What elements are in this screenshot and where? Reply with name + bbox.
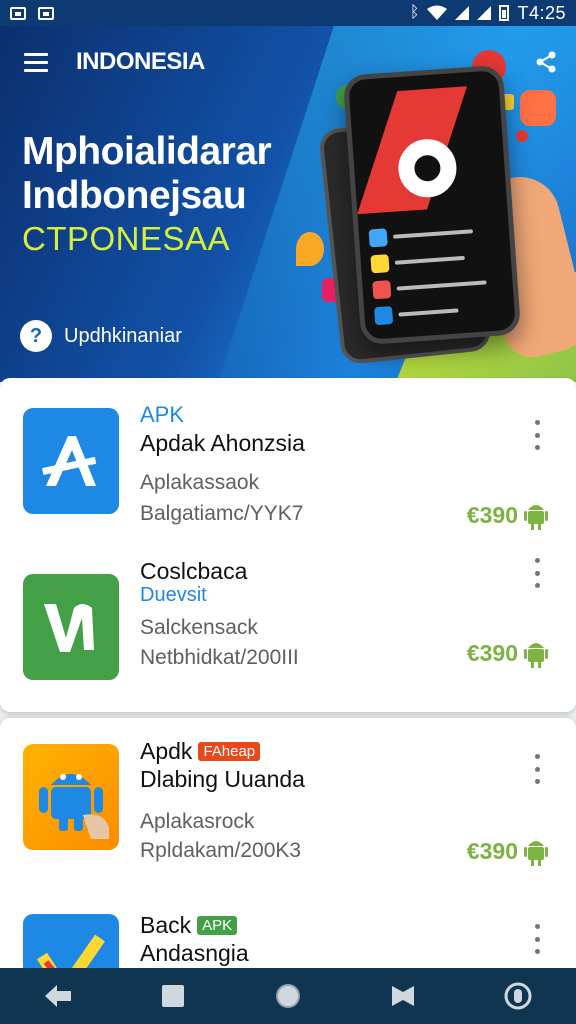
app-meta: Balgatiamc/YYK7 bbox=[140, 502, 304, 525]
update-text: Updhkinaniar bbox=[64, 324, 182, 347]
app-name: Dlabing Uuanda bbox=[140, 766, 305, 792]
app-category: Aplakasrock bbox=[140, 810, 255, 833]
bookmark-icon[interactable] bbox=[381, 974, 425, 1018]
hamburger-menu-icon[interactable] bbox=[0, 26, 72, 98]
navigation-bar bbox=[0, 968, 576, 1024]
gallery-icon bbox=[10, 6, 26, 20]
more-options-icon[interactable] bbox=[528, 754, 546, 784]
app-meta: Rpldakam/200K3 bbox=[140, 839, 302, 862]
photo-icon bbox=[38, 6, 54, 20]
android-robot-icon bbox=[23, 744, 119, 850]
app-price: €390 bbox=[466, 640, 518, 666]
back-icon[interactable] bbox=[36, 974, 80, 1018]
app-list-card: APK Apdak Ahonzsia Aplakassaok Balgatiam… bbox=[0, 378, 576, 712]
app-meta: Netbhidkat/200III bbox=[140, 646, 299, 669]
app-line1: APK bbox=[140, 402, 185, 427]
app-name: Andasngia bbox=[140, 940, 249, 966]
app-price: €390 bbox=[466, 502, 518, 528]
app-category: Salckensack bbox=[140, 616, 258, 639]
status-badge: APK bbox=[197, 916, 238, 935]
app-name-line: Back APK bbox=[140, 912, 238, 939]
share-icon[interactable] bbox=[534, 50, 558, 74]
help-icon: ? bbox=[20, 320, 52, 352]
list-item[interactable]: APK Apdak Ahonzsia Aplakassaok Balgatiam… bbox=[0, 378, 576, 538]
more-options-icon[interactable] bbox=[528, 420, 546, 450]
app-category: Aplakassaok bbox=[140, 471, 260, 494]
app-name: Coslcbaca bbox=[140, 558, 248, 584]
status-bar: ᛒ T4:25 bbox=[0, 0, 576, 26]
list-item[interactable]: Apdk FAheap Dlabing Uuanda Aplakasrock Rp… bbox=[0, 718, 576, 878]
android-icon[interactable] bbox=[524, 638, 548, 668]
floating-app-icon bbox=[516, 130, 528, 142]
hero-banner[interactable]: INDONESIA Mphoialidarar Indbonejsau CTPO… bbox=[0, 26, 576, 382]
app-price: €390 bbox=[466, 838, 518, 864]
phone-illustration bbox=[342, 64, 522, 346]
vine-v-icon bbox=[23, 574, 119, 680]
home-icon[interactable] bbox=[266, 974, 310, 1018]
recent-apps-icon[interactable] bbox=[151, 974, 195, 1018]
app-developer: Duevsit bbox=[140, 584, 207, 606]
status-badge: FAheap bbox=[198, 742, 261, 761]
app-store-a-icon bbox=[23, 408, 119, 514]
signal-icon bbox=[455, 6, 470, 20]
signal-icon bbox=[477, 6, 492, 20]
banner-subtitle: CTPONESAA bbox=[22, 220, 231, 257]
app-name: Apdak Ahonzsia bbox=[140, 430, 305, 456]
checkmark-icon bbox=[23, 914, 119, 968]
list-item[interactable]: Coslcbaca Duevsit Salckensack Netbhidkat… bbox=[0, 544, 576, 704]
app-title: INDONESIA bbox=[76, 48, 205, 75]
floating-app-icon bbox=[296, 232, 324, 266]
app-name-line: Apdk FAheap bbox=[140, 738, 261, 765]
assistant-icon[interactable] bbox=[496, 974, 540, 1018]
more-options-icon[interactable] bbox=[528, 558, 546, 588]
android-icon[interactable] bbox=[524, 836, 548, 866]
status-time: T4:25 bbox=[517, 2, 566, 23]
list-item[interactable]: Back APK Andasngia bbox=[0, 894, 576, 968]
bluetooth-icon: ᛒ bbox=[409, 4, 420, 21]
app-list-card: Apdk FAheap Dlabing Uuanda Aplakasrock Rp… bbox=[0, 718, 576, 968]
more-options-icon[interactable] bbox=[528, 924, 546, 954]
android-icon[interactable] bbox=[524, 500, 548, 530]
update-link[interactable]: ? Updhkinaniar bbox=[20, 320, 182, 352]
wifi-icon bbox=[427, 5, 448, 20]
battery-icon bbox=[499, 5, 510, 21]
banner-title: Mphoialidarar Indbonejsau bbox=[22, 130, 272, 217]
floating-app-icon bbox=[520, 90, 556, 126]
